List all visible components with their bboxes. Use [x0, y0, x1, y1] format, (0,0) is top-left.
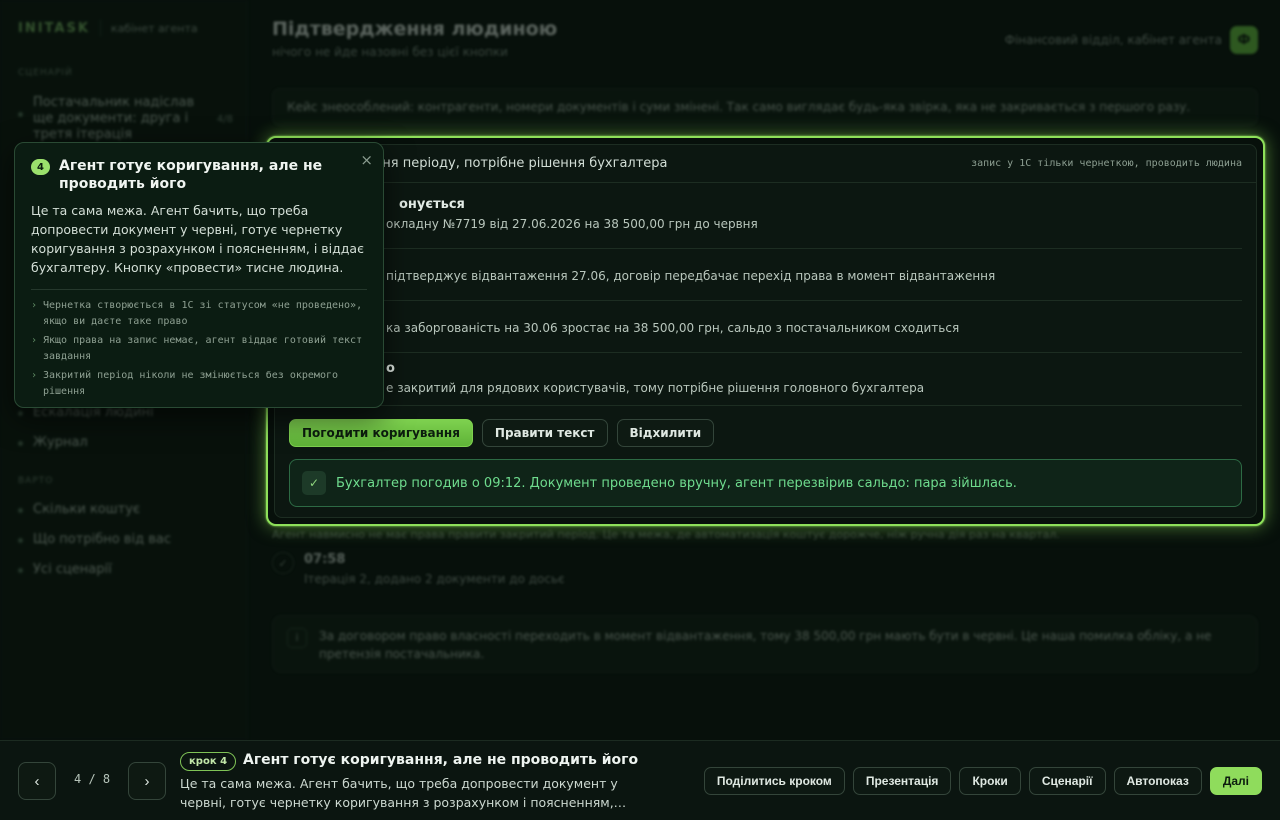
- brand-divider: [99, 20, 101, 36]
- decision-row-value: е закритий для рядових користувачів, том…: [386, 381, 925, 395]
- prev-step-button[interactable]: ‹: [18, 762, 56, 800]
- bullet-icon: ›: [31, 300, 38, 311]
- reject-button[interactable]: Відхилити: [616, 419, 715, 447]
- autoplay-button[interactable]: Автопоказ: [1113, 767, 1202, 795]
- sidebar-section-scenario: СЦЕНАРІЙ: [18, 68, 73, 78]
- next-step-button[interactable]: ›: [128, 762, 166, 800]
- step-pager: 4 / 8: [74, 772, 111, 786]
- sidebar-item-label: Скільки коштує: [33, 502, 141, 517]
- next-button[interactable]: Далі: [1209, 767, 1262, 795]
- sidebar-item-label: Усі сценарії: [33, 562, 112, 577]
- boundary-caption: Агент навмисно не має права правити закр…: [272, 528, 1060, 541]
- popover-points: › Чернетка створюється в 1С зі статусом «…: [31, 298, 367, 399]
- decision-header: а коригування періоду, потрібне рішення …: [275, 145, 1256, 183]
- note-text: За договором право власності переходить …: [319, 629, 1212, 661]
- check-icon: ✓: [272, 552, 294, 574]
- edit-text-button[interactable]: Правити текст: [481, 419, 608, 447]
- bullet-icon: [18, 411, 23, 416]
- header-context-label: Фінансовий відділ, кабінет агента: [1004, 33, 1222, 47]
- step-number-badge: 4: [31, 159, 50, 175]
- bullet-icon: [18, 441, 23, 446]
- decision-row: о е закритий для рядових користувачів, т…: [289, 353, 1242, 406]
- step-badge: крок 4: [180, 752, 237, 771]
- list-item: › Якщо права на запис немає, агент віддає…: [31, 333, 367, 364]
- confirmation-message: ✓ Бухгалтер погодив о 09:12. Документ пр…: [289, 459, 1242, 507]
- step-actions: Поділитись кроком Презентація Кроки Сцен…: [703, 767, 1262, 795]
- confirmation-text: Бухгалтер погодив о 09:12. Документ пров…: [336, 475, 1017, 491]
- brand-subtitle: кабінет агента: [110, 21, 198, 35]
- decision-row: підтверджує відвантаження 27.06, договір…: [289, 249, 1242, 301]
- step-title: Агент готує коригування, але не проводит…: [243, 752, 639, 768]
- approve-correction-button[interactable]: Погодити коригування: [289, 419, 473, 447]
- case-banner: Кейс знеособлений: контрагенти, номери д…: [272, 88, 1258, 126]
- decision-row-label: о: [386, 361, 395, 376]
- decision-row-value: ка заборгованість на 30.06 зростає на 38…: [386, 321, 960, 335]
- sidebar-item-label: Що потрібно від вас: [33, 532, 171, 547]
- list-item-text: Закритий період ніколи не змінюється без…: [43, 370, 339, 397]
- decision-note: запис у 1С тільки чернеткою, проводить л…: [971, 158, 1242, 169]
- sidebar-item-count: 4/8: [216, 114, 233, 125]
- list-item: › Закритий період ніколи не змінюється бе…: [31, 368, 367, 399]
- bullet-icon: [18, 508, 23, 513]
- log-time: 07:58: [304, 552, 346, 567]
- sidebar-item-label: Постачальник надіслав ще документи: друг…: [33, 95, 195, 142]
- bullet-icon: ›: [31, 335, 38, 346]
- page-title: Підтвердження людиною: [272, 18, 558, 40]
- bullet-icon: [18, 112, 23, 117]
- header-context: Фінансовий відділ, кабінет агента Ф: [1005, 26, 1258, 54]
- popover-header: 4 Агент готує коригування, але не провод…: [31, 157, 367, 193]
- page-subtitle: нічого не йде назовні без цієї кнопки: [272, 45, 508, 59]
- list-item-text: Чернетка створюється в 1С зі статусом «н…: [43, 300, 363, 327]
- brand-logo: INITASK: [18, 20, 90, 36]
- list-item-text: Якщо права на запис немає, агент віддає …: [43, 335, 363, 362]
- bullet-icon: ›: [31, 370, 38, 381]
- info-icon: i: [287, 628, 307, 648]
- decision-card: а коригування періоду, потрібне рішення …: [274, 144, 1257, 518]
- decision-row: онується окладну №7719 від 27.06.2026 на…: [289, 197, 1242, 249]
- sidebar-section-value: ВАРТО: [18, 476, 54, 486]
- decision-row-value: підтверджує відвантаження 27.06, договір…: [386, 269, 996, 283]
- decision-row: ка заборгованість на 30.06 зростає на 38…: [289, 301, 1242, 353]
- sidebar-item-requirements[interactable]: Що потрібно від вас: [18, 532, 233, 547]
- scenarios-button[interactable]: Сценарії: [1028, 767, 1106, 795]
- step-description: Це та сама межа. Агент бачить, що треба …: [180, 776, 627, 810]
- list-item: › Чернетка створюється в 1С зі статусом «…: [31, 298, 367, 329]
- note-card: i За договором право власності переходит…: [272, 615, 1258, 673]
- decision-actions: Погодити коригування Правити текст Відхи…: [289, 419, 715, 447]
- decision-row-label: онується: [399, 197, 465, 212]
- close-icon[interactable]: ×: [360, 151, 373, 169]
- sidebar-item-label: Журнал: [33, 435, 88, 450]
- share-step-button[interactable]: Поділитись кроком: [703, 767, 845, 795]
- bullet-icon: [18, 568, 23, 573]
- presentation-button[interactable]: Презентація: [852, 767, 952, 795]
- step-bar: ‹ 4 / 8 › крок 4 Агент готує коригування…: [0, 740, 1280, 820]
- divider: [31, 289, 367, 290]
- steps-button[interactable]: Кроки: [959, 767, 1021, 795]
- decision-row-value: окладну №7719 від 27.06.2026 на 38 500,0…: [386, 217, 758, 231]
- log-text: Ітерація 2, додано 2 документи до досьє: [304, 572, 565, 586]
- sidebar-item-all-scenarios[interactable]: Усі сценарії: [18, 562, 233, 577]
- log-entry: ✓ 07:58 Ітерація 2, додано 2 документи д…: [272, 552, 565, 586]
- step-popover: × 4 Агент готує коригування, але не пров…: [14, 142, 384, 408]
- popover-body: Це та сама межа. Агент бачить, що треба …: [31, 203, 364, 275]
- bullet-icon: [18, 538, 23, 543]
- check-icon: ✓: [302, 471, 326, 495]
- popover-title: Агент готує коригування, але не проводит…: [59, 158, 323, 192]
- decision-card-highlight: а коригування періоду, потрібне рішення …: [266, 136, 1265, 526]
- avatar[interactable]: Ф: [1230, 26, 1258, 54]
- sidebar-item-journal[interactable]: Журнал: [18, 435, 233, 450]
- sidebar-item-scenario[interactable]: Постачальник надіслав ще документи: друг…: [18, 95, 233, 143]
- brand: INITASK кабінет агента: [18, 20, 198, 36]
- sidebar-item-cost[interactable]: Скільки коштує: [18, 502, 233, 517]
